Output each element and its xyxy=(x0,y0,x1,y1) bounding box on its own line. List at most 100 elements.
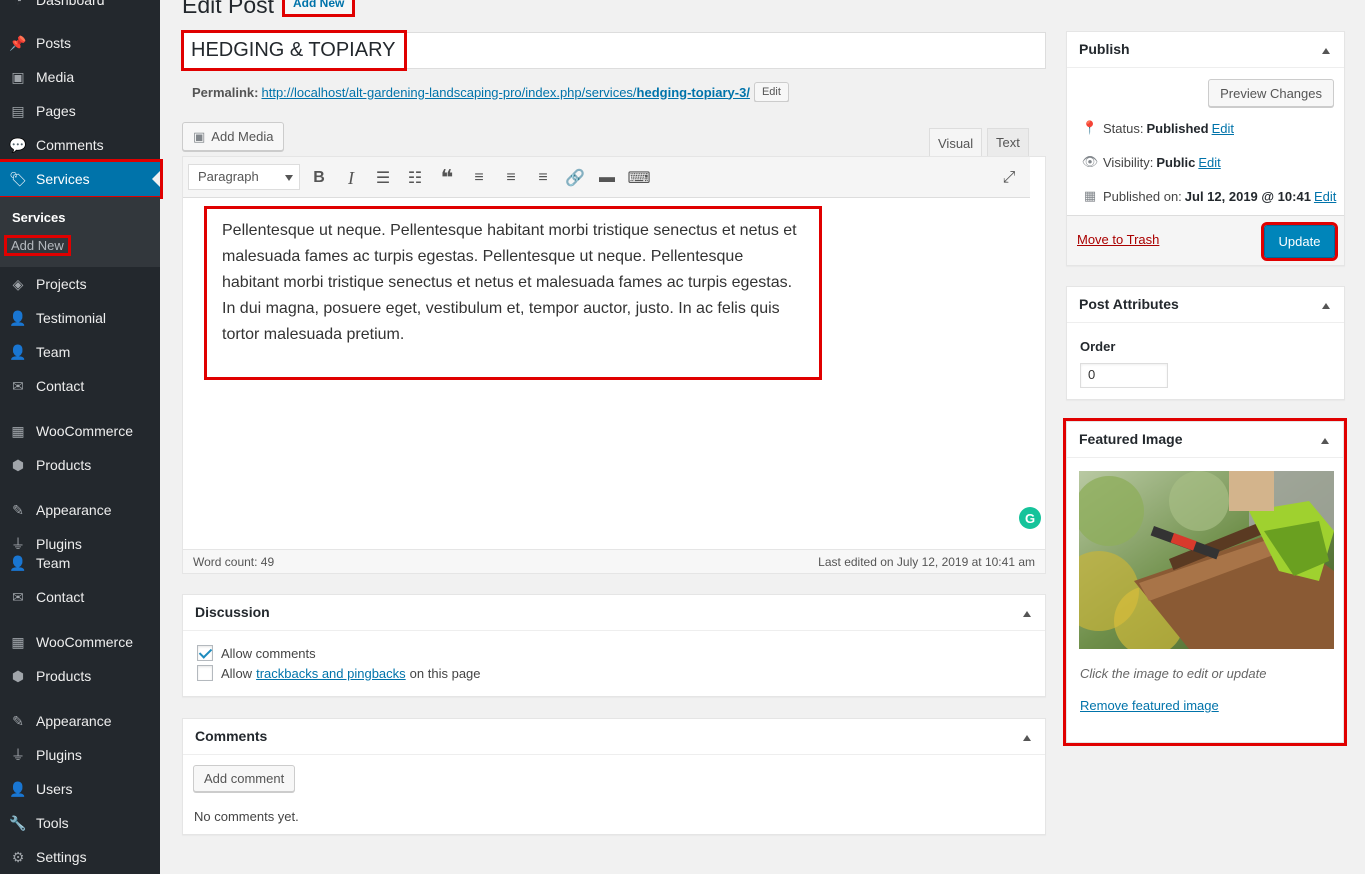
move-to-trash-link[interactable]: Move to Trash xyxy=(1077,232,1159,247)
sidebar-item-comments[interactable]: 💬 Comments xyxy=(0,128,160,162)
format-select[interactable]: Paragraph xyxy=(188,164,300,190)
numbered-list-icon[interactable]: ☷ xyxy=(403,166,427,190)
sidebar-item-products[interactable]: ⬢ Products xyxy=(0,448,160,482)
grammarly-icon[interactable]: G xyxy=(1019,507,1041,529)
tag-icon: 🏷 xyxy=(9,170,27,187)
tab-text[interactable]: Text xyxy=(987,128,1029,157)
settings-icon: ⚙ xyxy=(11,848,25,865)
post-attributes-box: Post Attributes Order 0 xyxy=(1066,286,1345,400)
featured-image-header[interactable]: Featured Image xyxy=(1067,422,1343,458)
status-edit-link[interactable]: Edit xyxy=(1212,121,1234,136)
discussion-box: Discussion Allow comments Allow trackbac… xyxy=(182,594,1046,697)
add-comment-button[interactable]: Add comment xyxy=(193,765,296,792)
sidebar-item-pages[interactable]: ▤ Pages xyxy=(0,94,160,128)
media-icon: ▣ xyxy=(11,68,25,85)
italic-icon[interactable]: I xyxy=(339,166,363,190)
status-row: 📍 Status: Published Edit xyxy=(1077,120,1234,136)
sidebar-item-plugins-2[interactable]: ⏚ Plugins xyxy=(0,738,160,772)
sidebar-item-users[interactable]: 👤 Users xyxy=(0,772,160,806)
pin-icon: 📌 xyxy=(9,34,27,51)
permalink-row: Permalink: http://localhost/alt-gardenin… xyxy=(192,82,789,102)
visibility-value: Public xyxy=(1156,154,1196,170)
brush-icon: ✎ xyxy=(12,501,24,518)
collapse-arrow-icon[interactable] xyxy=(1321,438,1329,444)
sidebar-item-services[interactable]: 🏷 Services xyxy=(0,159,163,199)
order-input[interactable]: 0 xyxy=(1080,363,1168,388)
sidebar-item-projects[interactable]: ◈ Projects xyxy=(0,267,160,301)
sidebar-item-woocommerce[interactable]: ▦ WooCommerce xyxy=(0,414,160,448)
bold-icon[interactable]: B xyxy=(307,166,331,190)
align-right-icon[interactable]: ≡ xyxy=(531,166,555,190)
tab-visual[interactable]: Visual xyxy=(929,128,983,157)
collapse-arrow-icon[interactable] xyxy=(1322,303,1330,309)
brush-icon: ✎ xyxy=(12,712,24,729)
allow-comments-row[interactable]: Allow comments xyxy=(197,645,316,661)
submenu-add-new[interactable]: Add New xyxy=(4,235,71,256)
featured-image-thumbnail[interactable] xyxy=(1079,471,1334,649)
sidebar-item-media[interactable]: ▣ Media xyxy=(0,60,160,94)
add-new-button[interactable]: Add New xyxy=(281,0,356,17)
align-left-icon[interactable]: ≡ xyxy=(467,166,491,190)
remove-featured-image-link[interactable]: Remove featured image xyxy=(1080,698,1219,713)
dashboard-icon: ◔ xyxy=(13,0,23,8)
pages-icon: ▤ xyxy=(11,102,25,119)
permalink-link[interactable]: http://localhost/alt-gardening-landscapi… xyxy=(261,85,749,100)
collapse-arrow-icon[interactable] xyxy=(1023,735,1031,741)
post-attributes-title: Post Attributes xyxy=(1079,296,1179,312)
discussion-title: Discussion xyxy=(195,604,270,620)
user-icon: 👤 xyxy=(9,554,27,571)
comments-header[interactable]: Comments xyxy=(183,719,1045,755)
collapse-arrow-icon[interactable] xyxy=(1322,48,1330,54)
wrench-icon: 🔧 xyxy=(9,814,27,831)
sidebar-item-posts[interactable]: 📌 Posts xyxy=(0,26,160,60)
editor-status-bar: Word count: 49 Last edited on July 12, 2… xyxy=(183,549,1045,573)
comment-icon: 💬 xyxy=(9,136,27,153)
sidebar-item-dashboard[interactable]: ◔ Dashboard xyxy=(0,0,160,17)
permalink-slug: hedging-topiary-3/ xyxy=(636,84,750,100)
user-icon: 👤 xyxy=(9,343,27,360)
preview-changes-button[interactable]: Preview Changes xyxy=(1208,79,1334,107)
sidebar-item-settings[interactable]: ⚙ Settings xyxy=(0,840,160,874)
align-center-icon[interactable]: ≡ xyxy=(499,166,523,190)
published-edit-link[interactable]: Edit xyxy=(1314,189,1336,204)
post-attributes-header[interactable]: Post Attributes xyxy=(1067,287,1344,323)
post-title-input[interactable]: HEDGING & TOPIARY xyxy=(181,30,407,71)
read-more-icon[interactable]: ▬ xyxy=(595,166,619,190)
visibility-edit-link[interactable]: Edit xyxy=(1198,155,1220,170)
add-media-button[interactable]: ▣ Add Media xyxy=(182,122,285,151)
link-icon[interactable]: 🔗 xyxy=(563,166,587,190)
collapse-arrow-icon[interactable] xyxy=(1023,611,1031,617)
toolbar-toggle-icon[interactable]: ⌨ xyxy=(627,166,651,190)
sidebar-item-tools[interactable]: 🔧 Tools xyxy=(0,806,160,840)
blockquote-icon[interactable]: ❝ xyxy=(435,165,459,190)
editor-content[interactable]: Pellentesque ut neque. Pellentesque habi… xyxy=(204,206,822,380)
update-button[interactable]: Update xyxy=(1261,222,1338,261)
sidebar-item-products-2[interactable]: ⬢ Products xyxy=(0,659,160,693)
envelope-icon: ✉ xyxy=(12,588,24,605)
sidebar-item-testimonial[interactable]: 👤 Testimonial xyxy=(0,301,160,335)
allow-comments-checkbox[interactable] xyxy=(197,645,213,661)
publish-header[interactable]: Publish xyxy=(1067,32,1344,68)
sidebar-item-appearance-2[interactable]: ✎ Appearance xyxy=(0,704,160,738)
allow-trackbacks-row[interactable]: Allow trackbacks and pingbacks on this p… xyxy=(197,665,481,681)
fullscreen-icon[interactable]: ⤢ xyxy=(997,166,1021,190)
sidebar-item-team-2[interactable]: 👤 Team xyxy=(0,546,160,580)
sidebar-item-woocommerce-2[interactable]: ▦ WooCommerce xyxy=(0,625,160,659)
sidebar-item-contact-2[interactable]: ✉ Contact xyxy=(0,580,160,614)
sidebar-item-team[interactable]: 👤 Team xyxy=(0,335,160,369)
box-icon: ⬢ xyxy=(11,667,25,684)
trackbacks-link[interactable]: trackbacks and pingbacks xyxy=(256,666,406,681)
permalink-edit-button[interactable]: Edit xyxy=(753,82,789,102)
woo-icon: ▦ xyxy=(11,422,25,439)
discussion-header[interactable]: Discussion xyxy=(183,595,1045,631)
sidebar-item-appearance[interactable]: ✎ Appearance xyxy=(0,493,160,527)
sidebar-item-contact[interactable]: ✉ Contact xyxy=(0,369,160,403)
allow-prefix: Allow xyxy=(221,665,253,681)
featured-image-title: Featured Image xyxy=(1079,431,1183,447)
status-value: Published xyxy=(1146,120,1209,136)
box-icon: ⬢ xyxy=(11,456,25,473)
bullet-list-icon[interactable]: ☰ xyxy=(371,166,395,190)
order-label: Order xyxy=(1080,339,1116,354)
allow-trackbacks-checkbox[interactable] xyxy=(197,665,213,681)
submenu-services[interactable]: Services xyxy=(12,210,66,225)
